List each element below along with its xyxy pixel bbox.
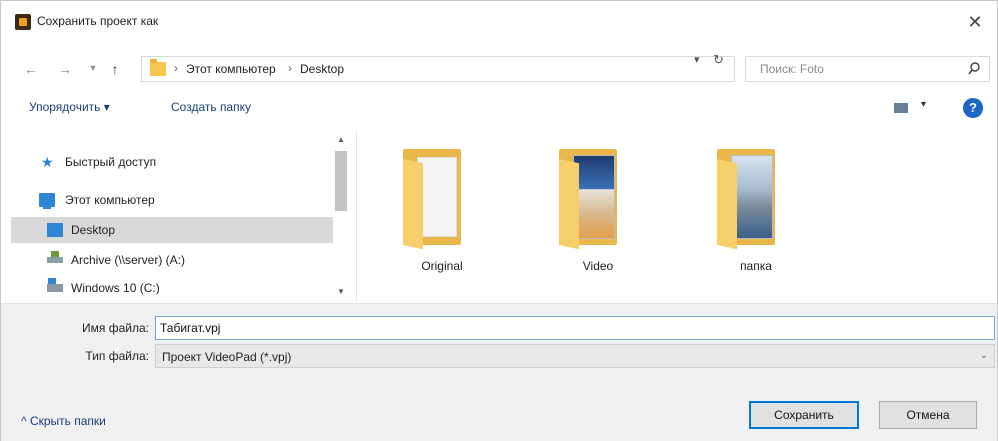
nav-item-label: Desktop xyxy=(71,223,116,237)
videopad-app-icon xyxy=(15,14,31,30)
view-dropdown-icon[interactable]: ▾ xyxy=(921,99,926,110)
save-button[interactable]: Сохранить xyxy=(749,401,859,429)
forward-arrow-icon[interactable]: → xyxy=(55,58,75,80)
nav-item-this-pc[interactable]: Этот компьютер xyxy=(11,187,333,213)
navigation-pane: ★ Быстрый доступ Этот компьютер Desktop … xyxy=(11,131,357,301)
help-icon[interactable]: ? xyxy=(963,98,983,118)
breadcrumb-desktop[interactable]: Desktop xyxy=(300,62,344,76)
save-dialog: Сохранить проект как ✕ ← → ▾ ↑ › Этот ко… xyxy=(0,0,998,441)
organize-button[interactable]: Упорядочить ▾ xyxy=(29,100,110,114)
address-row: ← → ▾ ↑ › Этот компьютер › Desktop ▾ ↻ П… xyxy=(1,49,997,89)
filetype-select[interactable]: Проект VideoPad (*.vpj) ⌄ xyxy=(155,344,995,368)
title-bar: Сохранить проект как ✕ xyxy=(1,1,997,41)
scroll-down-icon[interactable]: ▼ xyxy=(337,287,345,296)
command-bar: Упорядочить ▾ Создать папку ▾ ? xyxy=(1,93,997,123)
breadcrumb-separator: › xyxy=(288,61,292,75)
folder-icon xyxy=(150,59,166,76)
dialog-title: Сохранить проект как xyxy=(37,14,159,28)
up-arrow-icon[interactable]: ↑ xyxy=(105,58,125,80)
nav-item-label: Archive (\\server) (A:) xyxy=(71,253,186,267)
breadcrumb-this-pc[interactable]: Этот компьютер xyxy=(186,62,276,76)
nav-scrollbar[interactable]: ▲ ▼ xyxy=(333,131,349,301)
network-drive-icon xyxy=(47,251,63,263)
nav-item-label: Этот компьютер xyxy=(65,193,155,207)
desktop-icon xyxy=(47,223,63,237)
folder-name: Video xyxy=(582,259,614,273)
nav-item-archive[interactable]: Archive (\\server) (A:) xyxy=(11,247,333,273)
folder-item-original[interactable]: Original xyxy=(397,149,487,279)
new-folder-button[interactable]: Создать папку xyxy=(171,100,251,114)
nav-item-windows-c[interactable]: Windows 10 (C:) xyxy=(11,275,333,301)
chevron-down-icon: ⌄ xyxy=(979,350,988,361)
back-arrow-icon[interactable]: ← xyxy=(21,58,41,80)
nav-item-quick-access[interactable]: ★ Быстрый доступ xyxy=(11,149,333,175)
folder-icon xyxy=(717,149,779,250)
search-box[interactable]: Поиск: Foto xyxy=(745,56,990,82)
filetype-value: Проект VideoPad (*.vpj) xyxy=(162,350,292,364)
filename-input[interactable] xyxy=(155,316,995,340)
hide-folders-button[interactable]: ^ Скрыть папки xyxy=(21,414,106,428)
close-button[interactable]: ✕ xyxy=(961,9,989,35)
nav-item-label: Windows 10 (C:) xyxy=(71,281,160,295)
search-icon xyxy=(968,62,980,75)
computer-icon xyxy=(39,193,55,209)
folder-item-papka[interactable]: папка xyxy=(711,149,801,279)
folder-name: Original xyxy=(421,259,463,273)
view-options-icon[interactable] xyxy=(894,103,908,113)
address-bar[interactable]: › Этот компьютер › Desktop xyxy=(141,56,735,82)
refresh-icon[interactable]: ↻ xyxy=(713,52,724,68)
breadcrumb-separator: › xyxy=(174,61,178,75)
cancel-button[interactable]: Отмена xyxy=(879,401,977,429)
search-placeholder: Поиск: Foto xyxy=(760,62,824,76)
star-icon: ★ xyxy=(41,154,54,170)
address-dropdown-icon[interactable]: ▾ xyxy=(694,53,700,66)
nav-item-label: Быстрый доступ xyxy=(65,155,157,169)
folder-icon xyxy=(559,149,621,250)
filename-label: Имя файла: xyxy=(82,321,149,335)
filetype-label: Тип файла: xyxy=(85,349,149,363)
folder-icon xyxy=(403,149,465,250)
folder-name: папка xyxy=(740,259,772,273)
scroll-up-icon[interactable]: ▲ xyxy=(337,135,345,144)
recent-locations-dropdown-icon[interactable]: ▾ xyxy=(83,58,103,80)
drive-icon xyxy=(47,278,63,292)
folder-item-video[interactable]: Video xyxy=(553,149,643,279)
nav-item-desktop[interactable]: Desktop xyxy=(11,217,333,243)
scroll-thumb[interactable] xyxy=(335,151,347,211)
